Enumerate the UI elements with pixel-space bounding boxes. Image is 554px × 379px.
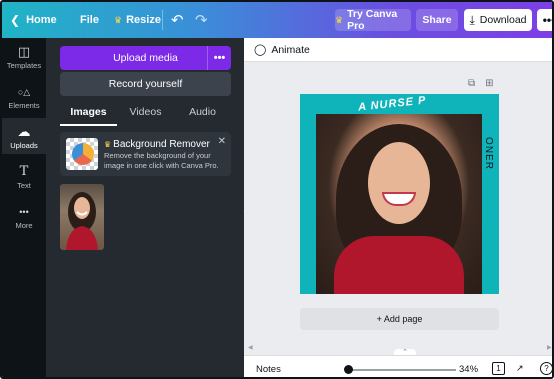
share-button[interactable]: Share bbox=[416, 9, 458, 31]
file-label: File bbox=[80, 14, 99, 26]
rail-item-more[interactable]: ••• More bbox=[2, 202, 46, 232]
tab-audio[interactable]: Audio bbox=[174, 100, 231, 126]
record-yourself-button[interactable]: Record yourself bbox=[60, 72, 231, 96]
resize-label: Resize bbox=[126, 14, 161, 26]
more-dots-icon: ••• bbox=[19, 207, 29, 217]
animate-toolbar: ◯ Animate bbox=[244, 38, 552, 62]
left-rail: ◫ Templates ○△ Elements ☁ Uploads T Text… bbox=[2, 38, 46, 377]
crown-icon: ♛ bbox=[104, 140, 112, 149]
download-button[interactable]: ⤓ Download bbox=[464, 9, 532, 31]
top-bar: ❮ Home File ♛ Resize ↶ ↷ ♛ Try Canva Pro… bbox=[2, 2, 552, 38]
rail-item-text[interactable]: T Text bbox=[2, 162, 46, 192]
rail-label: Templates bbox=[6, 61, 42, 70]
record-label: Record yourself bbox=[108, 78, 183, 90]
bottom-bar: Notes 34% 1 ↗ ? bbox=[244, 355, 552, 377]
design-side-text[interactable]: ONER bbox=[483, 137, 494, 170]
notes-button[interactable]: Notes bbox=[256, 364, 281, 375]
text-icon: T bbox=[19, 164, 29, 179]
canvas-area: ◯ Animate ⧉ ⊞ A NURSE P ONER + Add page … bbox=[244, 38, 552, 377]
rail-label: More bbox=[15, 221, 33, 230]
rail-item-elements[interactable]: ○△ Elements bbox=[2, 82, 46, 112]
home-button[interactable]: ❮ Home bbox=[10, 2, 57, 38]
animate-button[interactable]: Animate bbox=[271, 44, 310, 56]
fullscreen-icon[interactable]: ↗ bbox=[516, 363, 524, 374]
page-tools: ⧉ ⊞ bbox=[468, 78, 494, 89]
redo-icon[interactable]: ↷ bbox=[195, 2, 208, 38]
rail-item-uploads[interactable]: ☁ Uploads bbox=[2, 118, 46, 154]
scroll-right-icon[interactable]: ▶ bbox=[547, 344, 552, 351]
design-page[interactable]: A NURSE P ONER bbox=[300, 94, 499, 294]
undo-icon[interactable]: ↶ bbox=[171, 2, 184, 38]
canva-editor-window: ❮ Home File ♛ Resize ↶ ↷ ♛ Try Canva Pro… bbox=[0, 0, 554, 379]
promo-orb-image bbox=[72, 143, 94, 165]
zoom-slider-knob[interactable] bbox=[344, 365, 353, 374]
try-canva-pro-button[interactable]: ♛ Try Canva Pro bbox=[335, 8, 411, 32]
tab-videos[interactable]: Videos bbox=[117, 100, 174, 126]
promo-thumbnail bbox=[66, 138, 98, 170]
more-options-button[interactable]: ••• bbox=[537, 9, 552, 31]
close-icon[interactable]: ✕ bbox=[218, 136, 226, 147]
uploaded-photo-image bbox=[66, 192, 98, 250]
home-label: Home bbox=[26, 14, 57, 26]
zoom-slider-track[interactable] bbox=[348, 369, 456, 371]
topbar-divider bbox=[162, 10, 163, 30]
download-label: Download bbox=[479, 14, 527, 26]
rail-label: Text bbox=[17, 181, 31, 190]
zoom-level[interactable]: 34% bbox=[459, 364, 478, 375]
elements-icon: ○△ bbox=[17, 87, 31, 97]
upload-media-label: Upload media bbox=[113, 52, 178, 64]
design-top-text[interactable]: A NURSE P bbox=[358, 94, 427, 113]
design-photo[interactable] bbox=[316, 114, 482, 294]
duplicate-page-icon[interactable]: ⧉ bbox=[468, 78, 475, 89]
help-button[interactable]: ? bbox=[540, 362, 552, 375]
cloud-upload-icon: ☁ bbox=[17, 124, 31, 139]
rail-label: Elements bbox=[8, 101, 40, 110]
promo-title: ♛ Background Remover bbox=[104, 139, 210, 150]
photo-shirt-shape bbox=[334, 236, 464, 294]
photo-face-shape bbox=[368, 142, 430, 224]
add-page-button[interactable]: + Add page bbox=[300, 308, 499, 330]
share-label: Share bbox=[422, 14, 452, 26]
background-remover-promo[interactable]: ♛ Background Remover Remove the backgroun… bbox=[60, 132, 231, 176]
uploaded-image-thumbnail[interactable] bbox=[60, 184, 104, 250]
scroll-left-icon[interactable]: ◀ bbox=[248, 344, 253, 351]
file-menu-button[interactable]: File bbox=[80, 2, 99, 38]
download-icon: ⤓ bbox=[469, 12, 475, 27]
rail-item-templates[interactable]: ◫ Templates bbox=[2, 42, 46, 72]
uploads-panel: Upload media ••• Record yourself Images … bbox=[46, 38, 244, 377]
resize-button[interactable]: ♛ Resize bbox=[114, 2, 161, 38]
animate-icon[interactable]: ◯ bbox=[254, 43, 266, 56]
chevron-left-icon: ❮ bbox=[10, 13, 21, 27]
promo-title-text: Background Remover bbox=[113, 139, 210, 150]
crown-icon: ♛ bbox=[335, 14, 344, 25]
crown-icon: ♛ bbox=[114, 14, 123, 25]
tab-images[interactable]: Images bbox=[60, 100, 117, 126]
rail-label: Uploads bbox=[10, 141, 38, 150]
upload-media-button[interactable]: Upload media ••• bbox=[60, 46, 231, 70]
upload-tabs: Images Videos Audio bbox=[60, 100, 231, 126]
try-pro-label: Try Canva Pro bbox=[347, 8, 398, 32]
add-page-icon[interactable]: ⊞ bbox=[485, 78, 493, 89]
page-count-button[interactable]: 1 bbox=[492, 362, 505, 375]
upload-more-button[interactable]: ••• bbox=[207, 46, 231, 70]
promo-description: Remove the background of your image in o… bbox=[104, 151, 219, 170]
templates-icon: ◫ bbox=[17, 44, 31, 59]
